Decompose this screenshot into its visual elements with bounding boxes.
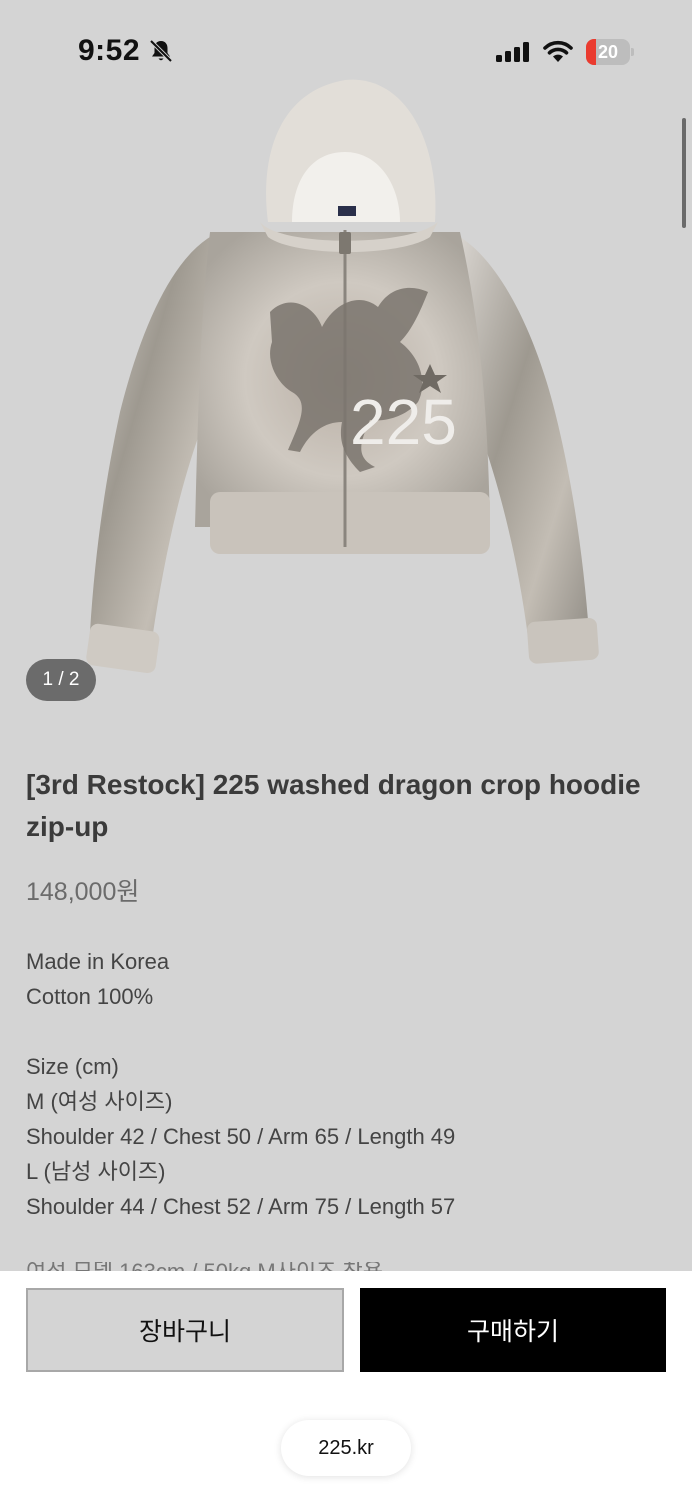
hoodie-print-text: 225 <box>350 386 457 458</box>
wifi-icon <box>543 40 573 62</box>
size-l-label: L (남성 사이즈) <box>26 1159 166 1184</box>
browser-address-pill[interactable]: 225.kr <box>281 1420 411 1476</box>
origin-text: Made in Korea <box>26 949 170 974</box>
size-m-label: M (여성 사이즈) <box>26 1089 173 1114</box>
cellular-signal-icon <box>496 42 529 62</box>
size-l-measurements: Shoulder 44 / Chest 52 / Arm 75 / Length… <box>26 1194 456 1219</box>
size-m-measurements: Shoulder 42 / Chest 50 / Arm 65 / Length… <box>26 1124 456 1149</box>
material-text: Cotton 100% <box>26 984 154 1009</box>
buy-now-button[interactable]: 구매하기 <box>360 1288 666 1372</box>
bell-slash-icon <box>149 39 173 63</box>
battery-level: 20 <box>597 42 619 62</box>
product-description: Made in Korea Cotton 100% Size (cm) M (여… <box>26 944 666 1224</box>
page-scrollbar[interactable] <box>682 118 686 228</box>
product-price: 148,000원 <box>26 878 140 906</box>
add-to-cart-button[interactable]: 장바구니 <box>26 1288 344 1372</box>
status-time: 9:52 <box>78 34 141 67</box>
image-counter: 1 / 2 <box>26 659 96 701</box>
size-header: Size (cm) <box>26 1054 119 1079</box>
battery-icon: 20 <box>586 39 634 65</box>
bottom-action-bar: 장바구니 구매하기 225.kr <box>0 1271 692 1500</box>
product-title: [3rd Restock] 225 washed dragon crop hoo… <box>26 769 641 842</box>
product-image[interactable]: 225 <box>60 72 630 682</box>
